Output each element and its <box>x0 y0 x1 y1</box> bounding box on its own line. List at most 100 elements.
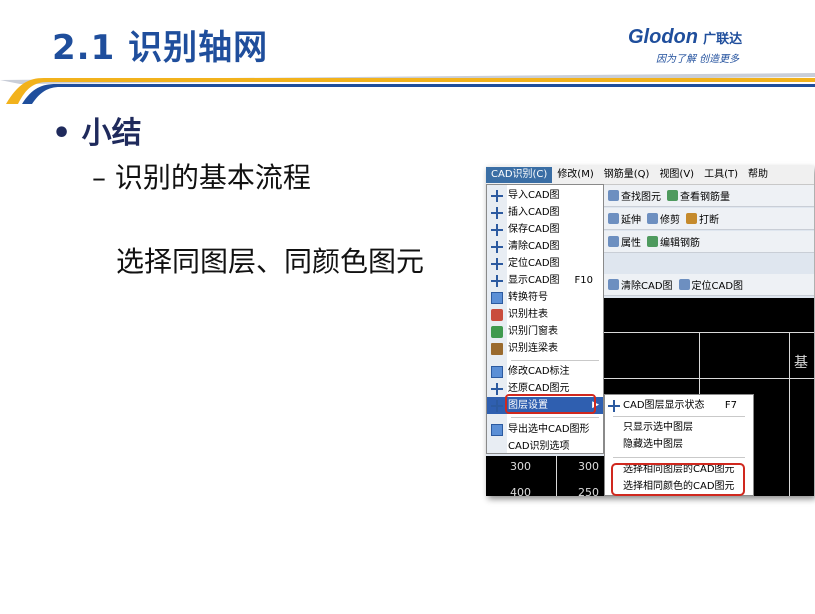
sub-bullet-text: 识别的基本流程 <box>114 161 311 194</box>
menu-modify[interactable]: 修改(M) <box>552 167 598 183</box>
trim-label: 修剪 <box>660 215 680 226</box>
slide-title: 2.1 识别轴网 <box>52 28 269 68</box>
logo-brand: Glodon <box>628 26 698 48</box>
dimension-text: 400 <box>510 486 531 496</box>
menu-item-cad-options[interactable]: CAD识别选项 <box>487 438 603 455</box>
menu-item-export-selected-cad[interactable]: 导出选中CAD图形 <box>487 421 603 438</box>
view-rebar-button[interactable]: 查看钢筋量 <box>667 188 730 203</box>
menu-item-recognize-door-window-table[interactable]: 识别门窗表 <box>487 323 603 340</box>
canvas-dimension-cells: 300 300 400 250 <box>486 456 604 496</box>
glodon-logo: Glodon 广联达 因为了解 创造更多 <box>628 26 798 65</box>
submenu-item-shortcut: F7 <box>724 400 737 411</box>
properties-label: 属性 <box>621 238 641 249</box>
note-select-same: 选择同图层、同颜色图元 <box>116 245 425 278</box>
properties-icon <box>608 236 619 247</box>
submenu-item-layer-display-state[interactable]: CAD图层显示状态 F7 <box>605 397 753 414</box>
menu-item-label: 识别门窗表 <box>508 326 558 337</box>
submenu-item-hide-selected-layer[interactable]: 隐藏选中图层 <box>605 436 753 453</box>
menu-item-recognize-beam-table[interactable]: 识别连梁表 <box>487 340 603 357</box>
menu-item-convert-symbol[interactable]: 转换符号 <box>487 289 603 306</box>
grid-icon <box>491 189 503 202</box>
menu-item-shortcut: F10 <box>574 275 593 286</box>
submenu-separator <box>613 416 745 417</box>
menu-item-recognize-column-table[interactable]: 识别柱表 <box>487 306 603 323</box>
menu-item-label: 导出选中CAD图形 <box>508 424 590 435</box>
menu-item-label: 保存CAD图 <box>508 224 560 235</box>
menu-view[interactable]: 视图(V) <box>654 167 699 183</box>
canvas-line <box>604 332 814 333</box>
locate-cad-button[interactable]: 定位CAD图 <box>678 277 743 292</box>
menu-item-locate-cad[interactable]: 定位CAD图 <box>487 255 603 272</box>
toolbar-row-3: 属性 编辑钢筋 <box>604 231 814 253</box>
table-icon <box>491 325 503 338</box>
grid-icon <box>491 274 503 287</box>
sub-bullet-process: – 识别的基本流程 <box>92 161 311 194</box>
submenu-item-label: 隐藏选中图层 <box>623 439 683 450</box>
menu-item-clear-cad[interactable]: 清除CAD图 <box>487 238 603 255</box>
trim-button[interactable]: 修剪 <box>647 211 680 226</box>
bullet-summary: • 小结 <box>52 116 142 151</box>
submenu-item-label: 只显示选中图层 <box>623 422 693 433</box>
submenu-separator <box>613 457 745 458</box>
submenu-item-show-selected-layer[interactable]: 只显示选中图层 <box>605 419 753 436</box>
canvas-line <box>556 456 557 496</box>
menu-item-label: 识别柱表 <box>508 309 548 320</box>
canvas-line <box>789 332 790 496</box>
toolbar-row-1: 查找图元 查看钢筋量 <box>604 185 814 207</box>
menu-item-label: 导入CAD图 <box>508 190 560 201</box>
symbol-icon <box>491 291 503 304</box>
menu-item-label: CAD识别选项 <box>508 441 570 452</box>
dimension-text: 300 <box>510 460 531 473</box>
edit-rebar-icon <box>647 236 658 247</box>
blank-icon <box>491 441 503 453</box>
menu-tools[interactable]: 工具(T) <box>699 167 743 183</box>
bullet-text: 小结 <box>81 116 142 151</box>
find-element-button[interactable]: 查找图元 <box>608 188 661 203</box>
trim-icon <box>647 213 658 224</box>
menu-item-import-cad[interactable]: 导入CAD图 <box>487 187 603 204</box>
clear-cad-label: 清除CAD图 <box>621 281 673 292</box>
menu-item-label: 显示CAD图 <box>508 275 560 286</box>
toolbar-row-2: 延伸 修剪 打断 <box>604 208 814 230</box>
menu-item-label: 识别连梁表 <box>508 343 558 354</box>
menu-cad-recognize[interactable]: CAD识别(C) <box>486 167 553 183</box>
layer-display-icon <box>608 399 620 412</box>
menu-item-show-cad[interactable]: 显示CAD图 F10 <box>487 272 603 289</box>
view-rebar-label: 查看钢筋量 <box>680 192 730 203</box>
canvas-axis-label: 基 <box>794 355 808 371</box>
grid-icon <box>491 223 503 236</box>
submenu-item-label: CAD图层显示状态 <box>623 400 705 411</box>
grid-icon <box>491 206 503 219</box>
header-swoosh-decoration <box>0 73 815 104</box>
menu-separator <box>511 417 599 418</box>
select-same-highlight <box>611 463 745 496</box>
break-button[interactable]: 打断 <box>686 211 719 226</box>
find-element-label: 查找图元 <box>621 192 661 203</box>
find-icon <box>608 190 619 201</box>
dimension-text: 300 <box>578 460 599 473</box>
clear-cad-button[interactable]: 清除CAD图 <box>608 277 673 292</box>
edit-icon <box>491 365 503 378</box>
menu-help[interactable]: 帮助 <box>743 167 773 183</box>
grid-icon <box>491 240 503 253</box>
grid-icon <box>491 257 503 270</box>
menu-item-save-cad[interactable]: 保存CAD图 <box>487 221 603 238</box>
properties-button[interactable]: 属性 <box>608 234 641 249</box>
layer-settings-highlight <box>505 394 596 414</box>
rebar-icon <box>667 190 678 201</box>
export-icon <box>491 423 503 436</box>
menu-item-label: 定位CAD图 <box>508 258 560 269</box>
menu-item-label: 插入CAD图 <box>508 207 560 218</box>
layer-settings-submenu: CAD图层显示状态 F7 只显示选中图层 隐藏选中图层 选择相同图层的CAD图元 … <box>604 394 754 496</box>
menu-separator <box>511 360 599 361</box>
book-icon <box>491 342 503 355</box>
menu-item-modify-cad-annotation[interactable]: 修改CAD标注 <box>487 363 603 380</box>
extend-button[interactable]: 延伸 <box>608 211 641 226</box>
logo-tagline: 因为了解 创造更多 <box>656 54 740 65</box>
menu-item-insert-cad[interactable]: 插入CAD图 <box>487 204 603 221</box>
menu-item-label: 修改CAD标注 <box>508 366 570 377</box>
logo-brand-cn: 广联达 <box>703 32 743 47</box>
edit-rebar-button[interactable]: 编辑钢筋 <box>647 234 700 249</box>
layer-icon <box>491 399 503 412</box>
menu-rebar-quantity[interactable]: 钢筋量(Q) <box>599 167 655 183</box>
